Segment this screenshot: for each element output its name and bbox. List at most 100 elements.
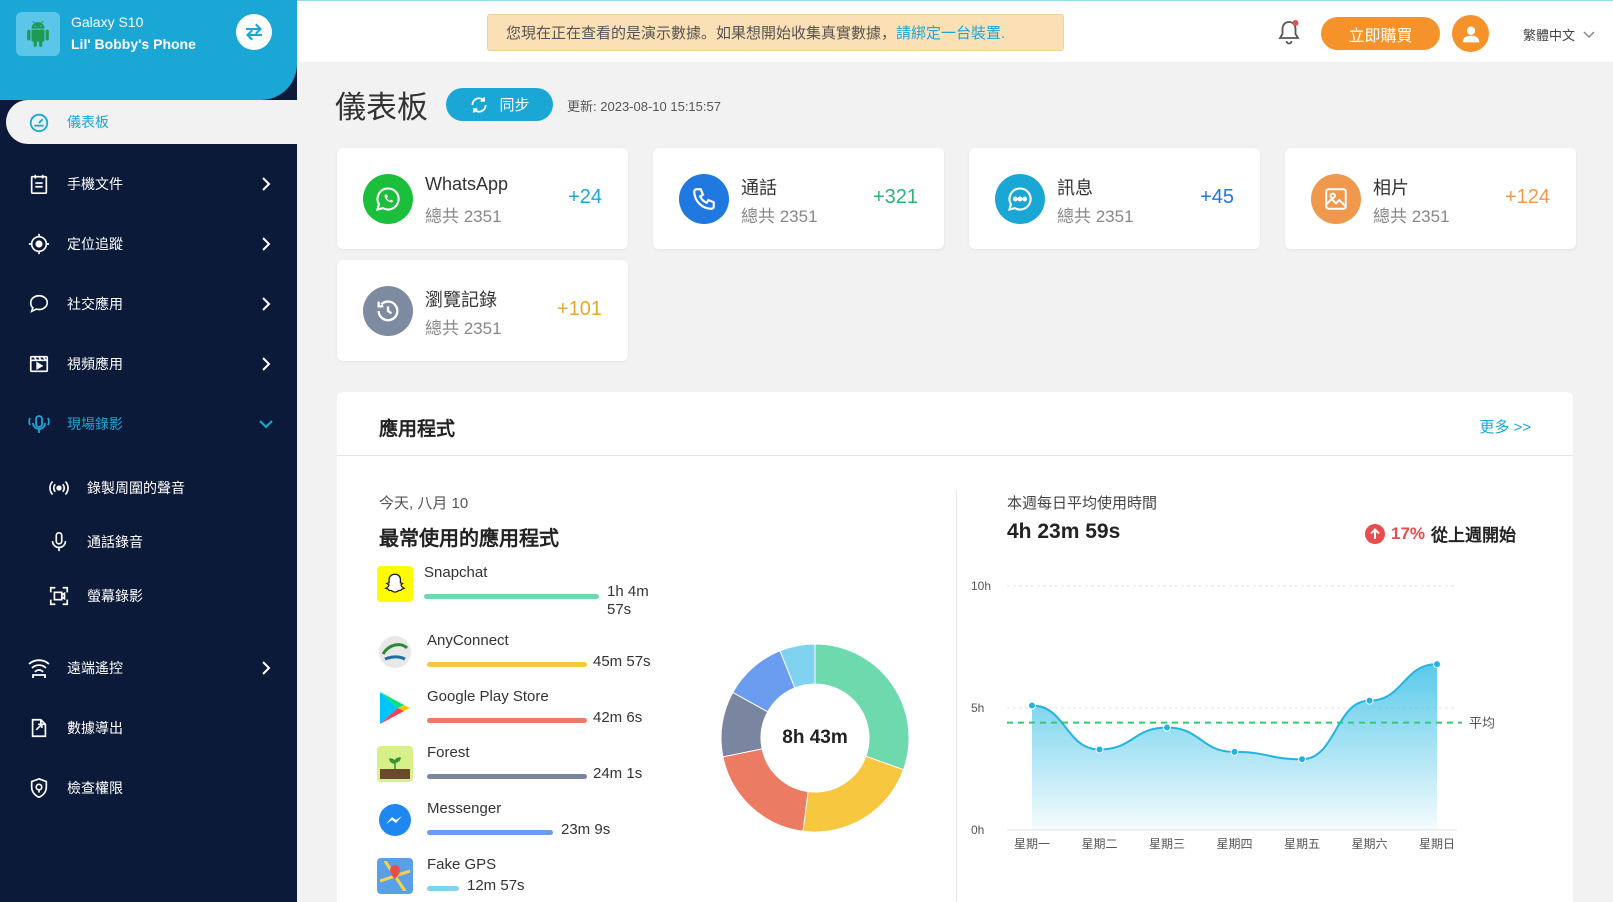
app-time: 1h 4m 57s (607, 583, 649, 618)
donut-slice (814, 643, 910, 771)
switch-device-button[interactable] (236, 14, 272, 50)
x-tick-label: 星期三 (1149, 837, 1185, 851)
apps-panel: 應用程式 更多 >> 今天, 八月 10 最常使用的應用程式 Snapchat … (337, 392, 1573, 902)
swap-icon (246, 23, 262, 41)
usage-bar (427, 662, 587, 667)
sidebar-item-data-export[interactable]: 數據導出 (0, 706, 297, 750)
average-label: 平均 (1469, 716, 1495, 731)
stat-delta: +101 (556, 298, 602, 320)
stat-total: 總共 2351 (425, 319, 502, 338)
banner-text: 您現在正在查看的是演示數據。如果想開始收集真實數據， (506, 25, 897, 42)
sidebar-item-label: 手機文件 (67, 176, 123, 192)
y-tick-label: 0h (971, 823, 984, 837)
app-row-anyconnect[interactable]: AnyConnect 45m 57s (377, 632, 677, 684)
more-link[interactable]: 更多 >> (1479, 416, 1531, 437)
broadcast-icon (46, 475, 72, 501)
stat-card-calls[interactable]: 通話 總共 2351 +321 (653, 148, 944, 249)
app-row-google-play-store[interactable]: Google Play Store 42m 6s (377, 688, 677, 740)
app-time: 45m 57s (593, 653, 651, 670)
sidebar-item-video[interactable]: 視頻應用 (0, 342, 297, 386)
sidebar-item-social[interactable]: 社交應用 (0, 282, 297, 326)
stat-card-messages[interactable]: 訊息 總共 2351 +45 (969, 148, 1260, 249)
app-row-messenger[interactable]: Messenger 23m 9s (377, 800, 677, 852)
updated-label: 更新: (567, 99, 597, 114)
sidebar-item-dashboard[interactable]: 儀表板 (6, 100, 303, 144)
chevron-right-icon (258, 356, 274, 372)
chevron-down-icon (1583, 30, 1595, 38)
chevron-down-icon (258, 416, 274, 432)
weekly-usage-area-chart: 10h 5h 0h 平均星期一 星期二 星期三 星期四 星期五 星期六 星期日 (971, 579, 1495, 851)
usage-bar (427, 886, 459, 891)
sidebar-item-live-recording[interactable]: 現場錄影 (0, 402, 297, 446)
stat-total: 總共 2351 (425, 207, 502, 226)
app-name: AnyConnect (427, 632, 509, 649)
sidebar-subitem-label: 通話錄音 (87, 534, 143, 550)
film-icon (26, 351, 52, 377)
stat-name: 相片 (1373, 178, 1409, 198)
whatsapp-icon (363, 174, 413, 224)
user-avatar[interactable] (1452, 15, 1489, 52)
sidebar-subitem-ambient-recording[interactable]: 錄製周圍的聲音 (0, 468, 297, 508)
notification-bell-icon[interactable] (1275, 18, 1303, 46)
stat-delta: +124 (1504, 186, 1550, 208)
x-tick-label: 星期四 (1216, 837, 1252, 851)
data-point (1028, 701, 1036, 710)
sidebar-item-label: 社交應用 (67, 296, 123, 312)
sidebar-item-label: 數據導出 (67, 720, 123, 736)
history-icon (363, 286, 413, 336)
weekly-change: 17% 從上週開始 (1365, 521, 1516, 546)
app-name: Google Play Store (427, 688, 549, 705)
messenger-icon (377, 802, 413, 838)
donut-slice (802, 755, 905, 833)
stat-total: 總共 2351 (1057, 207, 1134, 226)
data-point (1163, 723, 1171, 732)
stat-card-browsing-history[interactable]: 瀏覽記錄 總共 2351 +101 (337, 260, 628, 361)
data-point (1433, 660, 1441, 669)
stat-total: 總共 2351 (741, 207, 818, 226)
chevron-right-icon (258, 660, 274, 676)
today-date: 今天, 八月 10 (379, 495, 469, 512)
microphone-icon (46, 529, 72, 555)
app-time: 24m 1s (593, 765, 643, 782)
anyconnect-icon (377, 634, 413, 670)
live-mic-icon (26, 411, 52, 437)
user-icon (1462, 26, 1479, 42)
stat-name: 瀏覽記錄 (425, 290, 497, 310)
sidebar-item-remote-control[interactable]: 遠端遙控 (0, 646, 297, 690)
sidebar-item-permissions[interactable]: 檢查權限 (0, 766, 297, 810)
sidebar-item-label: 定位追蹤 (67, 236, 123, 252)
forest-icon (377, 746, 413, 782)
demo-data-banner: 您現在正在查看的是演示數據。如果想開始收集真實數據， 請綁定一台裝置. (487, 14, 1064, 51)
sidebar-subitem-label: 螢幕錄影 (87, 588, 143, 604)
sidebar-subitem-screen-recording[interactable]: 螢幕錄影 (0, 576, 297, 616)
play-store-icon (377, 690, 413, 726)
refresh-icon (471, 96, 488, 113)
language-selector[interactable]: 繁體中文 (1523, 25, 1595, 44)
donut-svg (720, 643, 910, 833)
sync-button[interactable]: 同步 (446, 88, 553, 121)
sync-label: 同步 (499, 97, 530, 114)
data-point (1298, 755, 1306, 764)
sidebar-item-location[interactable]: 定位追蹤 (0, 222, 297, 266)
x-tick-label: 星期一 (1014, 837, 1050, 851)
app-row-snapchat[interactable]: Snapchat 1h 4m 57s (377, 564, 677, 618)
stat-card-photos[interactable]: 相片 總共 2351 +124 (1285, 148, 1576, 249)
stat-delta: +321 (872, 186, 918, 208)
bind-device-link[interactable]: 請綁定一台裝置. (896, 22, 1005, 43)
x-tick-label: 星期五 (1284, 837, 1320, 851)
shield-icon (26, 775, 52, 801)
app-row-forest[interactable]: Forest 24m 1s (377, 744, 677, 796)
arrow-up-icon (1365, 523, 1385, 544)
top-bar: 您現在正在查看的是演示數據。如果想開始收集真實數據， 請綁定一台裝置. 立即購買… (297, 0, 1613, 62)
stat-card-whatsapp[interactable]: WhatsApp 總共 2351 +24 (337, 148, 628, 249)
buy-now-button[interactable]: 立即購買 (1321, 17, 1440, 50)
app-row-fake-gps[interactable]: Fake GPS 12m 57s (377, 856, 677, 902)
stat-name: 訊息 (1057, 178, 1093, 198)
weekly-change-text: 從上週開始 (1431, 526, 1517, 545)
y-tick-label: 5h (971, 701, 984, 715)
x-tick-label: 星期日 (1419, 837, 1455, 851)
sidebar-item-phone-files[interactable]: 手機文件 (0, 162, 297, 206)
data-point (1230, 747, 1239, 756)
android-icon (16, 12, 60, 56)
sidebar-subitem-call-recording[interactable]: 通話錄音 (0, 522, 297, 562)
